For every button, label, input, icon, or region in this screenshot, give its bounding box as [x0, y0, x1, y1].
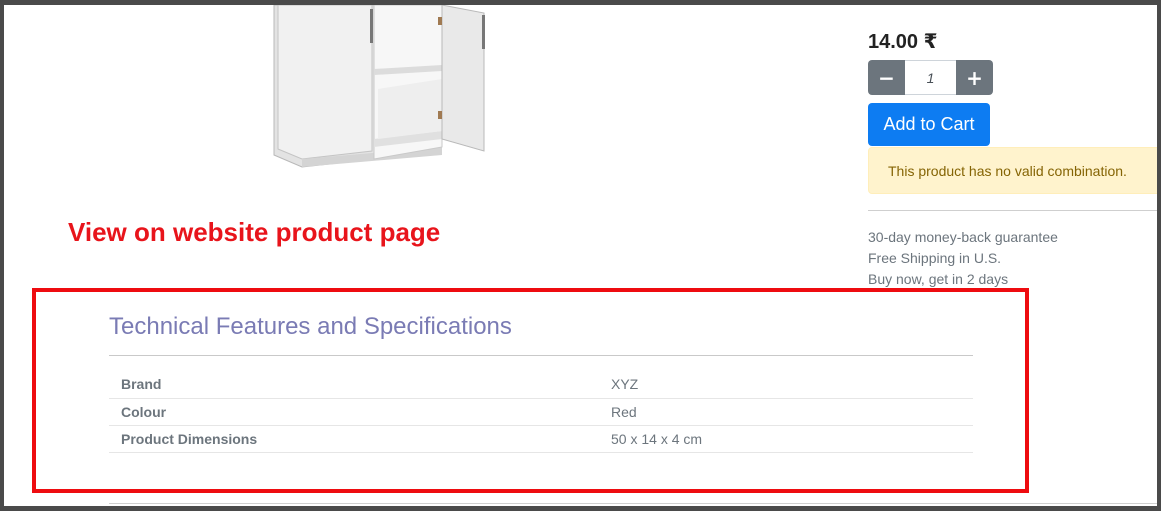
quantity-stepper: − + — [868, 60, 993, 95]
specs-divider — [109, 355, 973, 356]
divider — [868, 210, 1157, 211]
spec-label: Colour — [121, 403, 167, 420]
guarantee-item: Buy now, get in 2 days — [868, 271, 1009, 287]
spec-value: Red — [611, 403, 637, 420]
spec-value: XYZ — [611, 376, 639, 393]
annotation-label: View on website product page — [68, 217, 441, 247]
quantity-decrease-button[interactable]: − — [868, 60, 905, 95]
quantity-increase-button[interactable]: + — [956, 60, 993, 95]
alert-warning: This product has no valid combination. — [868, 147, 1157, 194]
table-row: Colour Red — [109, 398, 973, 425]
table-row: Brand XYZ — [109, 371, 973, 398]
product-price: 14.00 ₹ — [868, 31, 938, 53]
add-to-cart-button[interactable]: Add to Cart — [868, 103, 990, 146]
table-row: Product Dimensions 50 x 14 x 4 cm — [109, 425, 973, 452]
product-image — [273, 5, 485, 168]
spec-label: Product Dimensions — [121, 430, 258, 447]
guarantee-item: Free Shipping in U.S. — [868, 250, 1002, 266]
quantity-input[interactable] — [905, 60, 956, 95]
specs-title: Technical Features and Specifications — [109, 313, 512, 340]
product-page: 14.00 ₹ − + Add to Cart This product has… — [4, 5, 1157, 506]
minus-icon: − — [878, 65, 895, 90]
divider — [109, 503, 1157, 504]
plus-icon: + — [966, 65, 983, 90]
guarantee-list: 30-day money-back guarantee Free Shippin… — [868, 227, 1058, 290]
spec-value: 50 x 14 x 4 cm — [611, 430, 703, 447]
spec-label: Brand — [121, 376, 162, 393]
guarantee-item: 30-day money-back guarantee — [868, 229, 1058, 245]
specs-table: Brand XYZ Colour Red Product Dimensions … — [109, 371, 973, 453]
